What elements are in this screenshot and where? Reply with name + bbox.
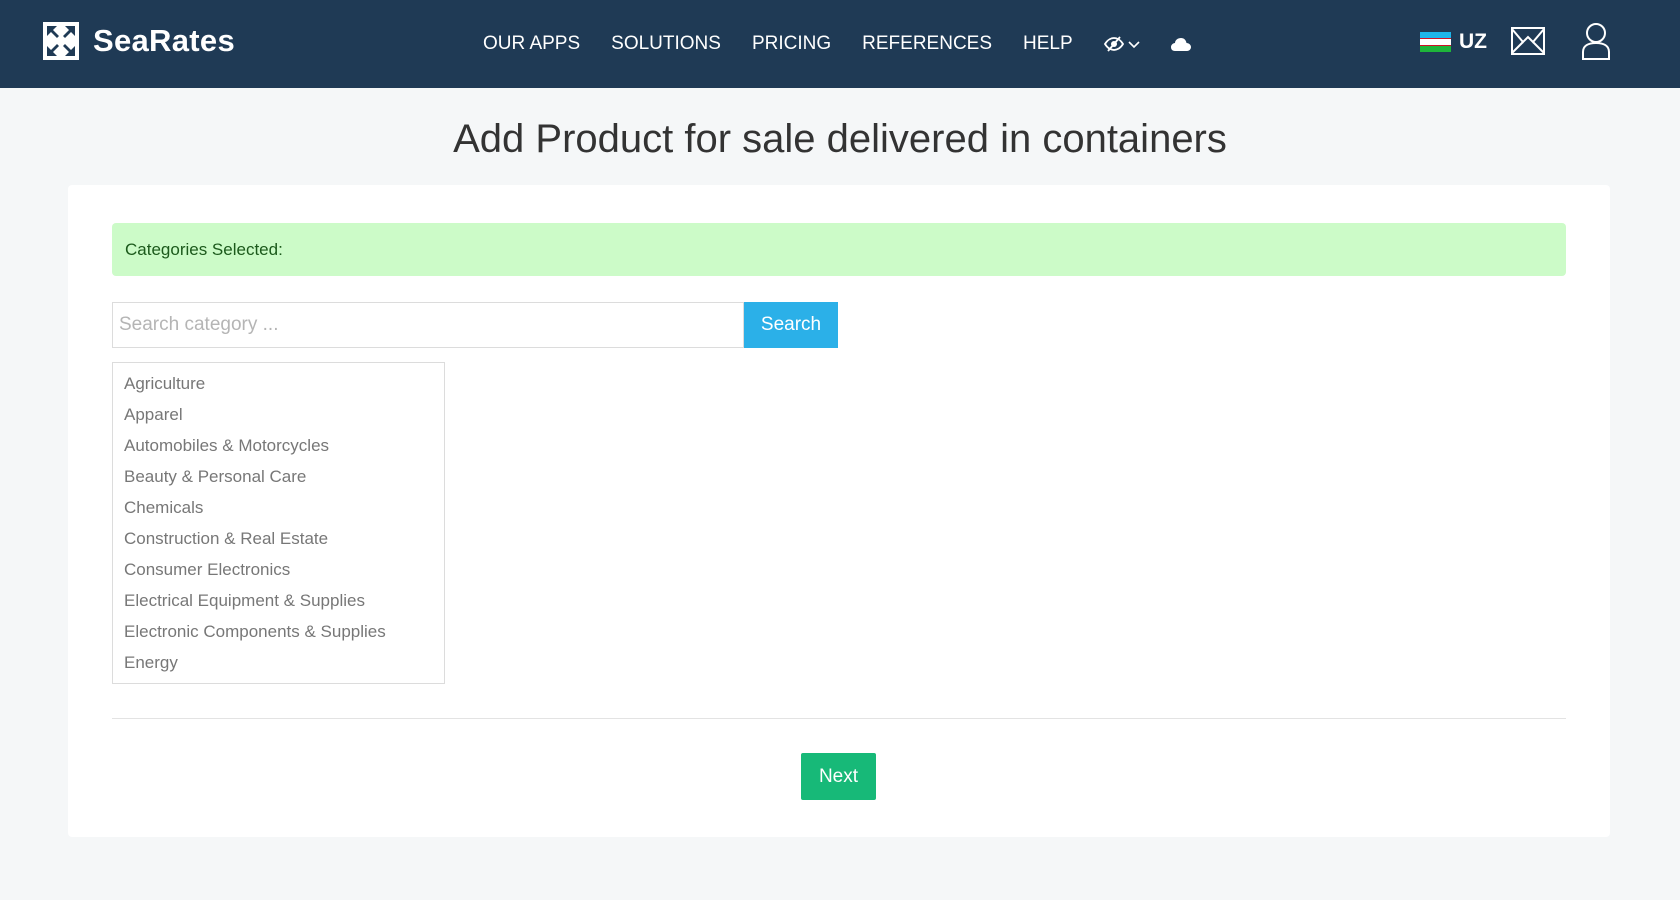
search-category-input[interactable]: [112, 302, 744, 348]
category-item[interactable]: Electrical Equipment & Supplies: [113, 585, 444, 616]
main-nav: OUR APPS SOLUTIONS PRICING REFERENCES HE…: [483, 0, 1222, 88]
add-product-card: Categories Selected: Search Agriculture …: [68, 185, 1610, 837]
category-item[interactable]: Chemicals: [113, 492, 444, 523]
uzbekistan-flag-icon: [1420, 31, 1451, 53]
cloud-button[interactable]: [1170, 36, 1192, 52]
nav-references[interactable]: REFERENCES: [862, 33, 992, 55]
nav-help[interactable]: HELP: [1023, 33, 1073, 55]
eye-slash-icon: [1103, 36, 1124, 52]
chevron-down-icon: [1128, 41, 1140, 49]
category-item[interactable]: Automobiles & Motorcycles: [113, 430, 444, 461]
nav-pricing[interactable]: PRICING: [752, 33, 831, 55]
language-code: UZ: [1459, 30, 1487, 53]
search-button[interactable]: Search: [744, 302, 838, 348]
form-divider: [112, 718, 1566, 719]
page-title: Add Product for sale delivered in contai…: [453, 117, 1227, 161]
category-item[interactable]: Apparel: [113, 399, 444, 430]
category-item[interactable]: Consumer Electronics: [113, 554, 444, 585]
nav-our-apps[interactable]: OUR APPS: [483, 33, 580, 55]
category-item[interactable]: Agriculture: [113, 368, 444, 399]
accessibility-toggle[interactable]: [1103, 36, 1140, 52]
category-item[interactable]: Beauty & Personal Care: [113, 461, 444, 492]
top-navigation-bar: SeaRates OUR APPS SOLUTIONS PRICING REFE…: [0, 0, 1680, 88]
category-item[interactable]: Energy: [113, 647, 444, 678]
cloud-icon: [1170, 38, 1191, 51]
mail-icon[interactable]: [1511, 26, 1545, 56]
category-list[interactable]: Agriculture Apparel Automobiles & Motorc…: [112, 362, 445, 684]
user-icon[interactable]: [1581, 22, 1611, 60]
nav-solutions[interactable]: SOLUTIONS: [611, 33, 721, 55]
category-item[interactable]: Electronic Components & Supplies: [113, 616, 444, 647]
categories-selected-alert: Categories Selected:: [112, 223, 1566, 276]
category-item[interactable]: Construction & Real Estate: [113, 523, 444, 554]
brand-logo[interactable]: SeaRates: [43, 22, 235, 60]
language-selector[interactable]: UZ: [1420, 30, 1487, 54]
next-button[interactable]: Next: [801, 753, 876, 800]
brand-name: SeaRates: [93, 23, 235, 58]
searates-logo-icon: [43, 22, 79, 60]
